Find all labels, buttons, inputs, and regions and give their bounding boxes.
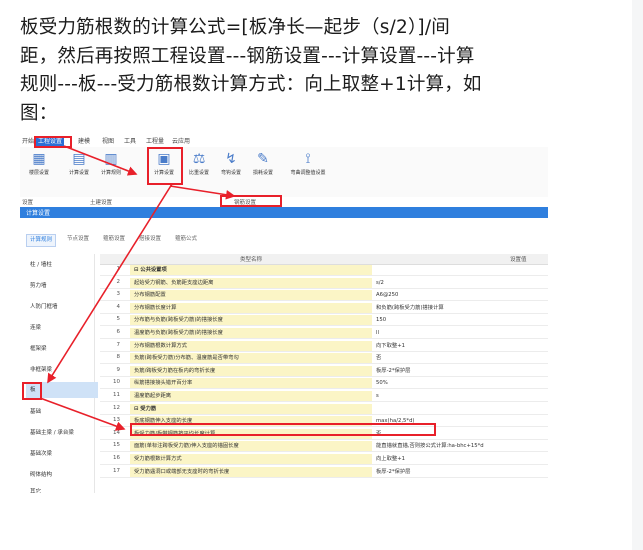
annotation-arrows <box>39 145 236 431</box>
arrow-to-slab <box>47 183 173 384</box>
arrow-to-calc-settings <box>63 145 138 176</box>
answer-line: 图： <box>20 102 58 124</box>
answer-line: 距，然后再按照工程设置---钢筋设置---计算设置---计算 <box>20 45 475 67</box>
software-screenshot: 开始 工程设置 建模 视图 工具 工程量 云应用 ▦ 楼层设置 ▤ 计算设置 ▥… <box>20 136 548 493</box>
answer-line: 板受力筋根数的计算公式=[板净长—起步（s/2）]/间 <box>20 17 450 38</box>
answer-card: 板受力筋根数的计算公式=[板净长—起步（s/2）]/间 距，然后再按照工程设置-… <box>0 0 632 550</box>
arrow-to-rebar-settings <box>169 185 236 200</box>
answer-text: 板受力筋根数的计算公式=[板净长—起步（s/2）]/间 距，然后再按照工程设置-… <box>20 14 580 128</box>
answer-line: 规则---板---受力筋根数计算方式：向上取整+1计算，如 <box>20 74 482 95</box>
arrow-to-rebar-count-row <box>39 397 126 431</box>
